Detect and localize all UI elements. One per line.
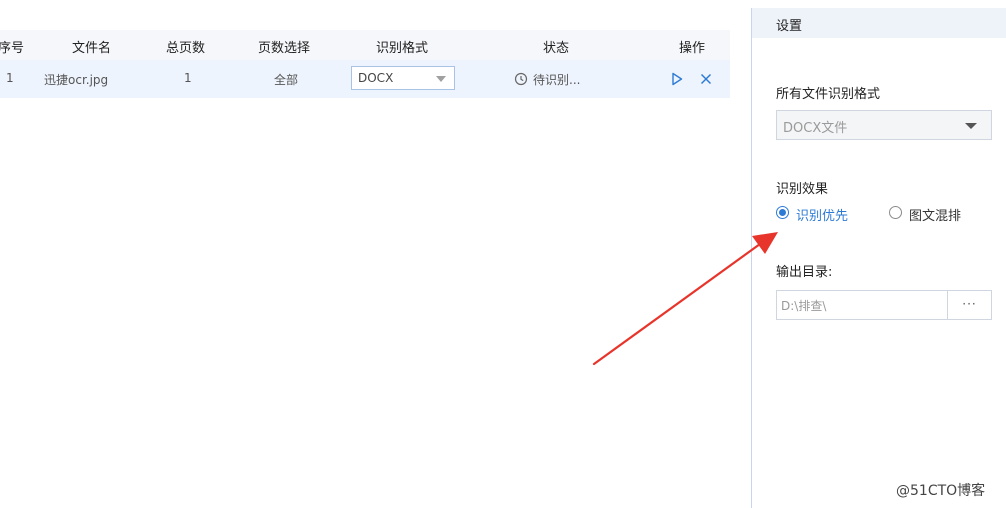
output-label: 输出目录: — [776, 265, 833, 280]
format-label: 所有文件识别格式 — [776, 87, 881, 102]
chevron-down-icon — [436, 76, 446, 82]
row-total-pages: 1 — [184, 71, 192, 85]
row-format-select[interactable]: DOCX — [351, 66, 455, 90]
header-actions: 操作 — [679, 41, 706, 56]
settings-header: 设置 — [752, 8, 1006, 38]
settings-panel: 设置 所有文件识别格式 DOCX文件 识别效果 识别优先 图文混排 输出目录: … — [752, 8, 1006, 508]
row-page-selection[interactable]: 全部 — [274, 71, 298, 88]
row-format-value: DOCX — [358, 71, 394, 85]
clock-icon — [514, 72, 528, 86]
table-header: 序号 文件名 总页数 页数选择 识别格式 状态 操作 — [0, 30, 730, 60]
settings-title: 设置 — [776, 19, 803, 34]
browse-button[interactable]: ··· — [947, 290, 992, 320]
play-icon[interactable] — [671, 72, 683, 86]
radio-mixed-layout[interactable]: 图文混排 — [889, 205, 979, 224]
header-total-pages: 总页数 — [166, 41, 206, 56]
row-filename: 迅捷ocr.jpg — [44, 73, 109, 87]
format-dropdown-value: DOCX文件 — [783, 121, 848, 136]
radio-checked-icon — [776, 206, 789, 219]
watermark: @51CTO博客 — [896, 483, 986, 499]
close-icon[interactable] — [699, 72, 713, 86]
row-index: 1 — [6, 71, 14, 85]
header-filename: 文件名 — [72, 41, 112, 56]
output-path-input[interactable] — [776, 290, 948, 320]
format-dropdown[interactable]: DOCX文件 — [776, 110, 992, 140]
radio-mixed-layout-label: 图文混排 — [909, 209, 962, 224]
radio-recognition-priority-label: 识别优先 — [796, 209, 849, 224]
chevron-down-icon — [965, 123, 977, 129]
header-status: 状态 — [543, 41, 570, 56]
header-index: 序号 — [0, 41, 25, 56]
top-strip — [0, 0, 730, 8]
header-format: 识别格式 — [376, 41, 429, 56]
radio-recognition-priority[interactable]: 识别优先 — [776, 205, 866, 224]
row-status: 待识别... — [533, 73, 581, 87]
file-list-area: 序号 文件名 总页数 页数选择 识别格式 状态 操作 1 迅捷ocr.jpg 1… — [0, 8, 730, 508]
header-page-selection: 页数选择 — [258, 41, 311, 56]
radio-unchecked-icon — [889, 206, 902, 219]
table-row[interactable]: 1 迅捷ocr.jpg 1 全部 DOCX 待识别... — [0, 60, 730, 98]
effect-label: 识别效果 — [776, 182, 829, 197]
